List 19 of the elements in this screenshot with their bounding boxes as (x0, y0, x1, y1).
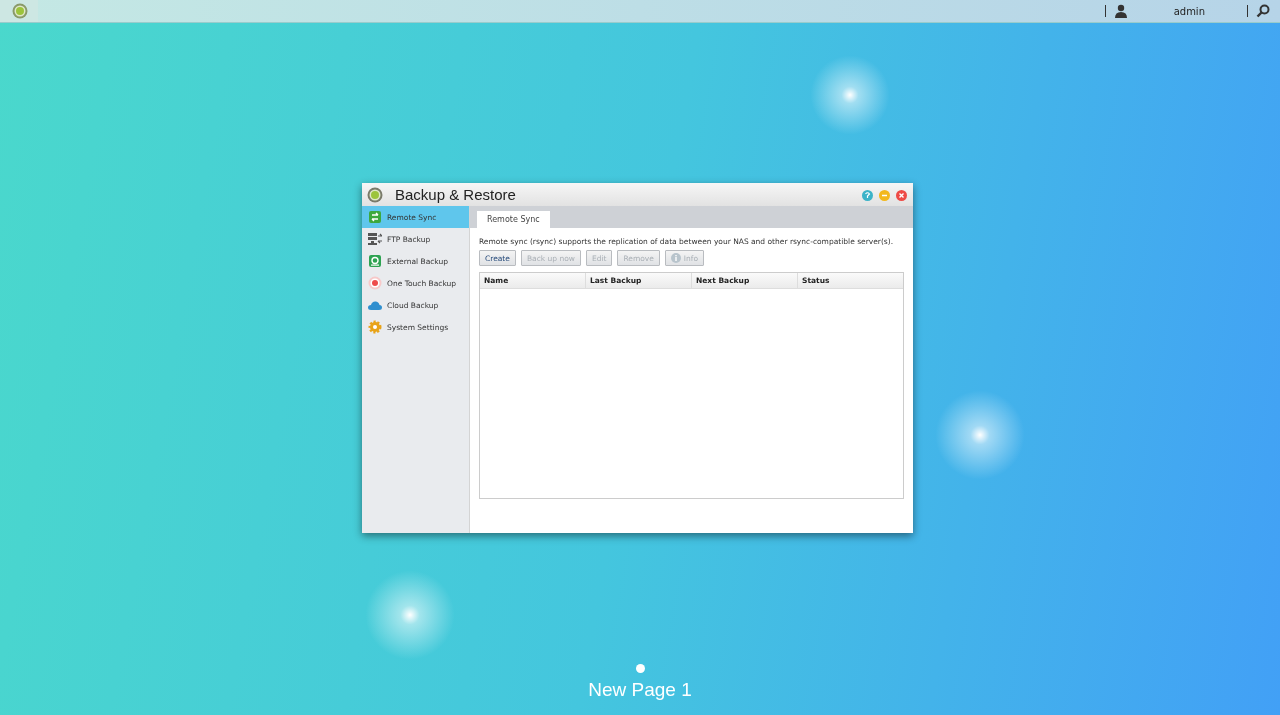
minimize-icon[interactable] (879, 190, 890, 201)
cloud-icon (368, 298, 382, 312)
sync-icon (368, 210, 382, 224)
window-title: Backup & Restore (395, 186, 517, 203)
target-icon (368, 276, 382, 290)
app-icon (367, 186, 383, 203)
server-icon (368, 232, 382, 246)
user-name[interactable]: admin (1133, 5, 1239, 17)
page-label: New Page 1 (588, 679, 692, 701)
drive-icon (368, 254, 382, 268)
page-dot[interactable] (635, 664, 645, 673)
close-icon[interactable] (896, 190, 907, 201)
gear-icon (368, 320, 382, 334)
help-icon[interactable] (862, 190, 873, 201)
user-icon[interactable] (1113, 4, 1128, 18)
search-icon[interactable] (1256, 4, 1270, 18)
info-icon (670, 253, 681, 263)
app-menu-icon[interactable] (12, 3, 28, 19)
tab[interactable]: Remote Sync (477, 211, 550, 228)
